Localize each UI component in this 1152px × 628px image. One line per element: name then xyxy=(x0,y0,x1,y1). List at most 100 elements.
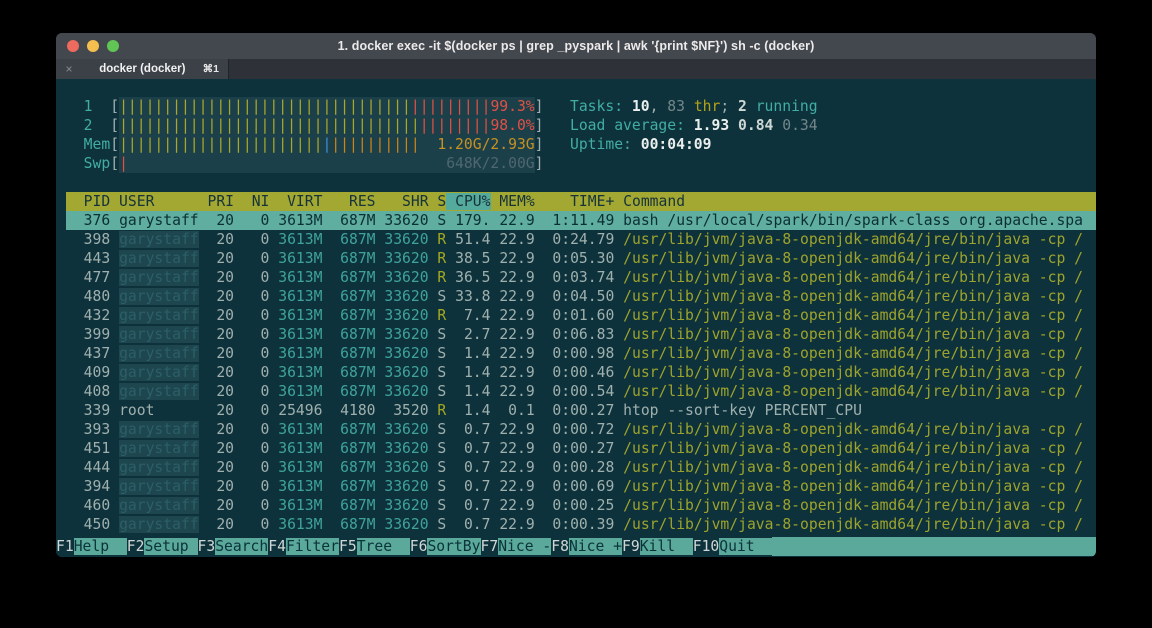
tab-bar: × docker (docker) ⌘1 xyxy=(56,59,1096,79)
cell-user: garystaff xyxy=(119,326,199,343)
col-header-shr: SHR xyxy=(376,193,429,210)
tab-close-icon[interactable]: × xyxy=(56,62,82,76)
cell-user: garystaff xyxy=(119,288,199,305)
cell-virt: 3613M xyxy=(269,231,322,248)
cell-shr: 33620 xyxy=(376,231,429,248)
process-table-header[interactable]: PID USER PRI NI VIRT RES SHR S CPU% MEM%… xyxy=(66,192,1096,211)
tasks-line: Tasks: 10, 83 thr; 2 running xyxy=(570,97,818,116)
cell-virt: 3613M xyxy=(269,345,322,362)
fkey-action-label: Quit xyxy=(719,538,772,555)
process-row[interactable]: 339 root 20 0 25496 4180 3520 R 1.4 0.1 … xyxy=(66,401,1096,420)
process-row[interactable]: 398 garystaff 20 0 3613M 687M 33620 R 51… xyxy=(66,230,1096,249)
fkey-f7[interactable]: F7Nice - xyxy=(481,537,552,556)
process-row[interactable]: 408 garystaff 20 0 3613M 687M 33620 S 1.… xyxy=(66,382,1096,401)
process-row[interactable]: 394 garystaff 20 0 3613M 687M 33620 S 0.… xyxy=(66,477,1096,496)
close-window-button[interactable] xyxy=(67,40,79,52)
meter-bars: ||||||||||||||||||||||||||||||||||||||||… xyxy=(119,97,490,116)
cell-mem: 22.9 xyxy=(491,345,535,362)
cell-cpu: 51.4 xyxy=(446,231,490,248)
cell-pid: 398 xyxy=(66,231,110,248)
col-header-cpu-sorted: CPU% xyxy=(446,193,490,210)
meter-value: 98.0% xyxy=(490,116,534,135)
fkey-f10[interactable]: F10Quit xyxy=(693,537,773,556)
col-header-ni: NI xyxy=(234,193,269,210)
process-row[interactable]: 409 garystaff 20 0 3613M 687M 33620 S 1.… xyxy=(66,363,1096,382)
fkey-bar-filler xyxy=(772,537,1096,556)
cell-shr: 33620 xyxy=(376,459,429,476)
cell-res: 687M xyxy=(322,497,375,514)
cell-user: garystaff xyxy=(119,440,199,457)
cell-pid: 451 xyxy=(66,440,110,457)
fkey-f1[interactable]: F1Help xyxy=(56,537,127,556)
col-header-pid: PID xyxy=(66,193,110,210)
cell-pid: 394 xyxy=(66,478,110,495)
cell-cpu: 179. xyxy=(446,212,490,229)
cell-virt: 3613M xyxy=(269,478,322,495)
cell-pid: 339 xyxy=(66,402,110,419)
zoom-window-button[interactable] xyxy=(107,40,119,52)
process-row[interactable]: 444 garystaff 20 0 3613M 687M 33620 S 0.… xyxy=(66,458,1096,477)
fkey-f8[interactable]: F8Nice + xyxy=(551,537,622,556)
cell-user: garystaff xyxy=(119,459,199,476)
process-row[interactable]: 477 garystaff 20 0 3613M 687M 33620 R 36… xyxy=(66,268,1096,287)
fkey-number: F3 xyxy=(198,538,216,555)
minimize-window-button[interactable] xyxy=(87,40,99,52)
cell-res: 687M xyxy=(322,478,375,495)
tab-title: docker (docker) xyxy=(82,63,203,75)
cell-cpu: 0.7 xyxy=(446,516,490,533)
cell-command: /usr/lib/jvm/java-8-openjdk-amd64/jre/bi… xyxy=(614,516,1083,533)
cell-mem: 22.9 xyxy=(491,326,535,343)
cell-virt: 3613M xyxy=(269,459,322,476)
process-row[interactable]: 393 garystaff 20 0 3613M 687M 33620 S 0.… xyxy=(66,420,1096,439)
cell-pri: 20 xyxy=(208,269,235,286)
fkey-f5[interactable]: F5Tree xyxy=(339,537,410,556)
cell-res: 687M xyxy=(322,307,375,324)
cell-time: 0:01.60 xyxy=(535,307,615,324)
uptime-line: Uptime: 00:04:09 xyxy=(570,135,818,154)
fkey-action-label: SortBy xyxy=(427,538,480,555)
cell-command: bash /usr/local/spark/bin/spark-class or… xyxy=(614,212,1083,229)
meter-close-bracket: ] xyxy=(535,117,544,134)
process-row[interactable]: 460 garystaff 20 0 3613M 687M 33620 S 0.… xyxy=(66,496,1096,515)
fkey-f6[interactable]: F6SortBy xyxy=(410,537,481,556)
cell-res: 687M xyxy=(322,288,375,305)
fkey-f3[interactable]: F3Search xyxy=(198,537,269,556)
cell-user: garystaff xyxy=(119,345,199,362)
cell-shr: 33620 xyxy=(376,364,429,381)
tab-docker[interactable]: × docker (docker) ⌘1 xyxy=(56,59,229,79)
cell-user: garystaff xyxy=(119,231,199,248)
cell-cpu: 1.4 xyxy=(446,364,490,381)
fkey-f9[interactable]: F9Kill xyxy=(622,537,693,556)
cell-state: R xyxy=(429,402,447,419)
cell-mem: 22.9 xyxy=(491,212,535,229)
process-row[interactable]: 399 garystaff 20 0 3613M 687M 33620 S 2.… xyxy=(66,325,1096,344)
cell-ni: 0 xyxy=(234,364,269,381)
cell-user: garystaff xyxy=(119,212,207,229)
fkey-number: F2 xyxy=(127,538,145,555)
cell-res: 4180 xyxy=(322,402,375,419)
cell-time: 0:04.50 xyxy=(535,288,615,305)
process-row[interactable]: 432 garystaff 20 0 3613M 687M 33620 R 7.… xyxy=(66,306,1096,325)
cell-ni: 0 xyxy=(234,269,269,286)
window-titlebar[interactable]: 1. docker exec -it $(docker ps | grep _p… xyxy=(56,33,1096,59)
cell-state: R xyxy=(429,231,447,248)
process-row[interactable]: 437 garystaff 20 0 3613M 687M 33620 S 1.… xyxy=(66,344,1096,363)
process-row[interactable]: 480 garystaff 20 0 3613M 687M 33620 S 33… xyxy=(66,287,1096,306)
cell-mem: 22.9 xyxy=(491,250,535,267)
cell-mem: 22.9 xyxy=(491,231,535,248)
tab-shortcut-badge: ⌘1 xyxy=(203,63,228,75)
meter-track: ||||||||||||||||||||||||||||||||||1.20G/… xyxy=(119,135,535,154)
cell-mem: 22.9 xyxy=(491,440,535,457)
fkey-f2[interactable]: F2Setup xyxy=(127,537,198,556)
cell-state: S xyxy=(429,288,447,305)
process-row[interactable]: 451 garystaff 20 0 3613M 687M 33620 S 0.… xyxy=(66,439,1096,458)
cell-command: /usr/lib/jvm/java-8-openjdk-amd64/jre/bi… xyxy=(614,307,1083,324)
cell-pid: 376 xyxy=(66,212,110,229)
cell-mem: 22.9 xyxy=(491,478,535,495)
fkey-f4[interactable]: F4Filter xyxy=(268,537,339,556)
cell-mem: 22.9 xyxy=(491,421,535,438)
process-row-selected[interactable]: 376 garystaff 20 0 3613M 687M 33620 S 17… xyxy=(66,211,1096,230)
col-header-pri: PRI xyxy=(208,193,235,210)
process-row[interactable]: 450 garystaff 20 0 3613M 687M 33620 S 0.… xyxy=(66,515,1096,534)
process-row[interactable]: 443 garystaff 20 0 3613M 687M 33620 R 38… xyxy=(66,249,1096,268)
